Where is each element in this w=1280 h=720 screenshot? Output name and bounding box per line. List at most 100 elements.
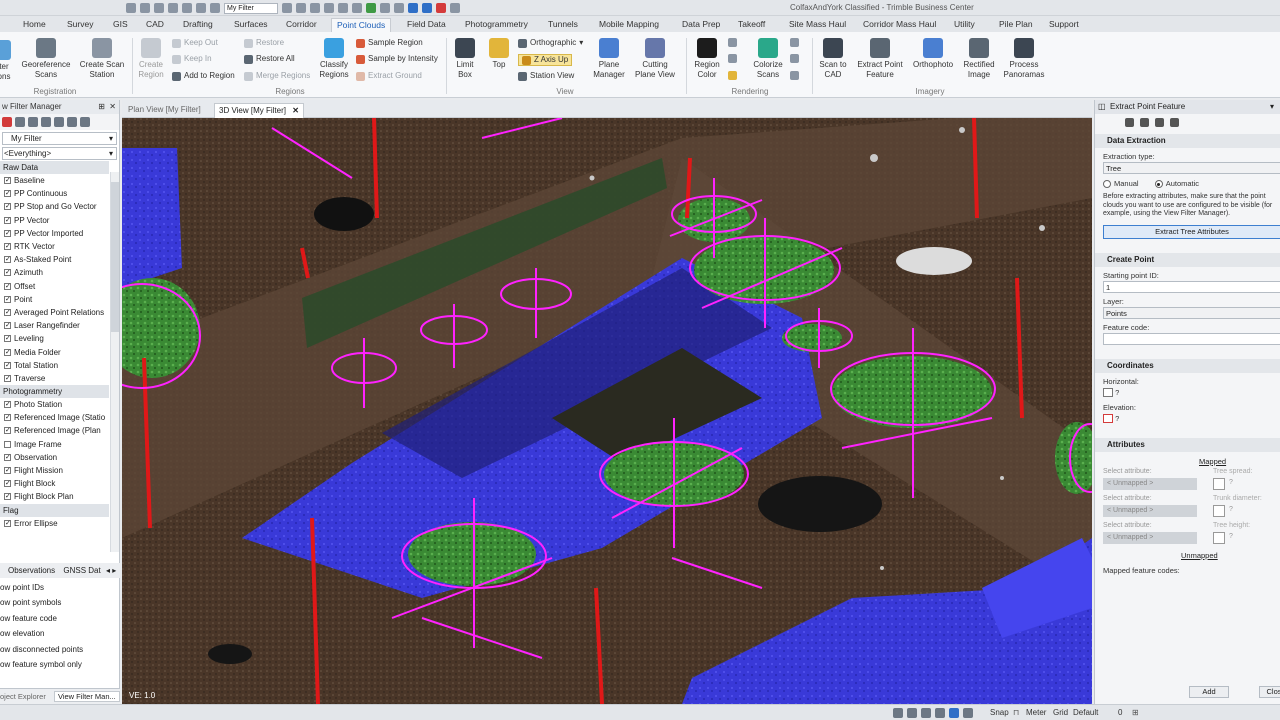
- attribute-map-icon[interactable]: [1213, 531, 1225, 544]
- checkbox[interactable]: ✓: [4, 282, 11, 290]
- subtab-gnss[interactable]: GNSS Dat: [63, 566, 100, 575]
- filter-item[interactable]: ✓ PP Vector: [0, 214, 109, 227]
- tab-project-explorer[interactable]: oject Explorer: [0, 692, 46, 701]
- attribute-select[interactable]: < Unmapped >: [1103, 531, 1197, 544]
- ribbon-tab[interactable]: Survey: [62, 18, 98, 32]
- tab-view-filter-manager[interactable]: View Filter Man...: [53, 691, 120, 702]
- refresh-icon[interactable]: [422, 3, 432, 13]
- display-option[interactable]: ow disconnected points: [0, 642, 120, 657]
- create-scan-station-button[interactable]: Create Scan Station: [76, 38, 128, 80]
- checkbox[interactable]: ✓: [4, 269, 11, 277]
- options-icon[interactable]: [80, 117, 90, 127]
- checkbox[interactable]: [4, 440, 11, 448]
- attribute-map-icon[interactable]: [1213, 504, 1225, 517]
- close-icon[interactable]: ✕: [109, 100, 116, 114]
- checkbox[interactable]: ✓: [4, 374, 11, 382]
- settings-icon[interactable]: [450, 3, 460, 13]
- starting-point-input[interactable]: 1: [1103, 280, 1280, 293]
- add-to-region-button[interactable]: Add to Region: [172, 71, 235, 81]
- keep-in-button[interactable]: Keep In: [172, 54, 212, 64]
- filter-item[interactable]: ✓ RTK Vector: [0, 240, 109, 253]
- layer-mode-icon[interactable]: [935, 708, 945, 718]
- merge-regions-button[interactable]: Merge Regions: [244, 71, 310, 81]
- pick-point-icon[interactable]: [1103, 388, 1113, 398]
- checkbox[interactable]: ✓: [4, 427, 11, 435]
- filter-item[interactable]: Image Frame: [0, 438, 109, 451]
- delete-icon[interactable]: [2, 117, 12, 127]
- filter-item[interactable]: ✓ Flight Mission: [0, 464, 109, 477]
- filter-item[interactable]: ✓ Traverse: [0, 372, 109, 385]
- ribbon-tab[interactable]: Drafting: [178, 18, 218, 32]
- checkbox[interactable]: ✓: [4, 453, 11, 461]
- extraction-type-select[interactable]: Tree: [1103, 162, 1280, 174]
- colorize-scans-button[interactable]: Colorize Scans: [748, 38, 788, 80]
- subtab-nav-icon[interactable]: ◂ ▸: [106, 566, 116, 575]
- zoom-icon[interactable]: [296, 3, 306, 13]
- manual-radio[interactable]: Manual: [1103, 179, 1139, 189]
- display-option[interactable]: ow elevation: [0, 626, 120, 641]
- automatic-radio[interactable]: Automatic: [1154, 179, 1199, 189]
- checkbox[interactable]: ✓: [4, 322, 11, 330]
- add-button[interactable]: Add: [1189, 686, 1229, 698]
- display-option[interactable]: ow feature symbol only: [0, 657, 120, 672]
- cutting-plane-button[interactable]: Cutting Plane View: [632, 38, 678, 80]
- select-icon[interactable]: [282, 3, 292, 13]
- print-icon[interactable]: [196, 3, 206, 13]
- layers-filter-icon[interactable]: [54, 117, 64, 127]
- checkbox[interactable]: ✓: [4, 203, 11, 211]
- ribbon-tab[interactable]: Support: [1044, 18, 1084, 32]
- filter-item[interactable]: ✓ Total Station: [0, 359, 109, 372]
- save-icon[interactable]: [1125, 117, 1134, 127]
- ribbon-tab[interactable]: GIS: [108, 18, 133, 32]
- list-scrollbar[interactable]: [110, 172, 119, 552]
- pan-icon[interactable]: [310, 3, 320, 13]
- rectified-image-button[interactable]: Rectified Image: [958, 38, 1000, 80]
- close-button[interactable]: Clos: [1259, 686, 1280, 698]
- filter-item[interactable]: ✓ Error Ellipse: [0, 517, 109, 530]
- render-option-4[interactable]: [790, 38, 799, 47]
- station-view-button[interactable]: Station View: [518, 71, 574, 81]
- filter-item[interactable]: ✓ As-Staked Point: [0, 253, 109, 266]
- filter-mode-icon[interactable]: [921, 708, 931, 718]
- settings-icon[interactable]: [1140, 117, 1149, 127]
- filter-item[interactable]: ✓ Flight Block Plan: [0, 490, 109, 503]
- layer-select[interactable]: Points: [1103, 306, 1280, 319]
- checkbox[interactable]: ✓: [4, 519, 11, 527]
- section-attributes[interactable]: Attributes: [1095, 437, 1280, 452]
- filter-item[interactable]: ✓ Azimuth: [0, 266, 109, 279]
- ribbon-tab[interactable]: Home: [18, 18, 51, 32]
- filter-section-header[interactable]: Flag: [0, 503, 109, 517]
- region-color-button[interactable]: Region Color: [690, 38, 724, 80]
- ribbon-tab[interactable]: Surfaces: [229, 18, 273, 32]
- filter-item[interactable]: ✓ Averaged Point Relations: [0, 306, 109, 319]
- filter-select[interactable]: My Filter: [224, 2, 278, 14]
- extract-ground-button[interactable]: Extract Ground: [356, 71, 422, 81]
- render-option-3[interactable]: [728, 71, 737, 80]
- render-option-6[interactable]: [790, 71, 799, 80]
- checkbox[interactable]: ✓: [4, 295, 11, 303]
- restore-button[interactable]: Restore: [244, 38, 284, 48]
- z-axis-up-button[interactable]: Z Axis Up: [518, 54, 573, 66]
- checkbox[interactable]: ✓: [4, 190, 11, 198]
- point-cloud-scene[interactable]: [122, 118, 1092, 704]
- stop-icon[interactable]: [436, 3, 446, 13]
- display-option[interactable]: ow point IDs: [0, 580, 120, 595]
- ribbon-tab[interactable]: Data Prep: [677, 18, 725, 32]
- checkbox[interactable]: ✓: [4, 401, 11, 409]
- save-filter-icon[interactable]: [41, 117, 51, 127]
- ribbon-tab[interactable]: Pile Plan: [994, 18, 1038, 32]
- feature-code-input[interactable]: [1103, 332, 1280, 345]
- checkbox[interactable]: ✓: [4, 216, 11, 224]
- restore-all-button[interactable]: Restore All: [244, 54, 295, 64]
- filter-item[interactable]: ✓ Point: [0, 293, 109, 306]
- attribute-select[interactable]: < Unmapped >: [1103, 477, 1197, 490]
- filter-item[interactable]: ✓ Referenced Image (Plan: [0, 424, 109, 437]
- 3d-viewport[interactable]: VE: 1.0: [122, 118, 1092, 704]
- render-option-2[interactable]: [728, 54, 737, 63]
- grid-toggle[interactable]: Grid: [1053, 708, 1068, 717]
- close-icon[interactable]: ✕: [292, 106, 299, 115]
- copy-filter-icon[interactable]: [28, 117, 38, 127]
- display-option[interactable]: ow feature code: [0, 611, 120, 626]
- render-option-1[interactable]: [728, 38, 737, 47]
- pin-icon[interactable]: ⊞: [98, 100, 105, 114]
